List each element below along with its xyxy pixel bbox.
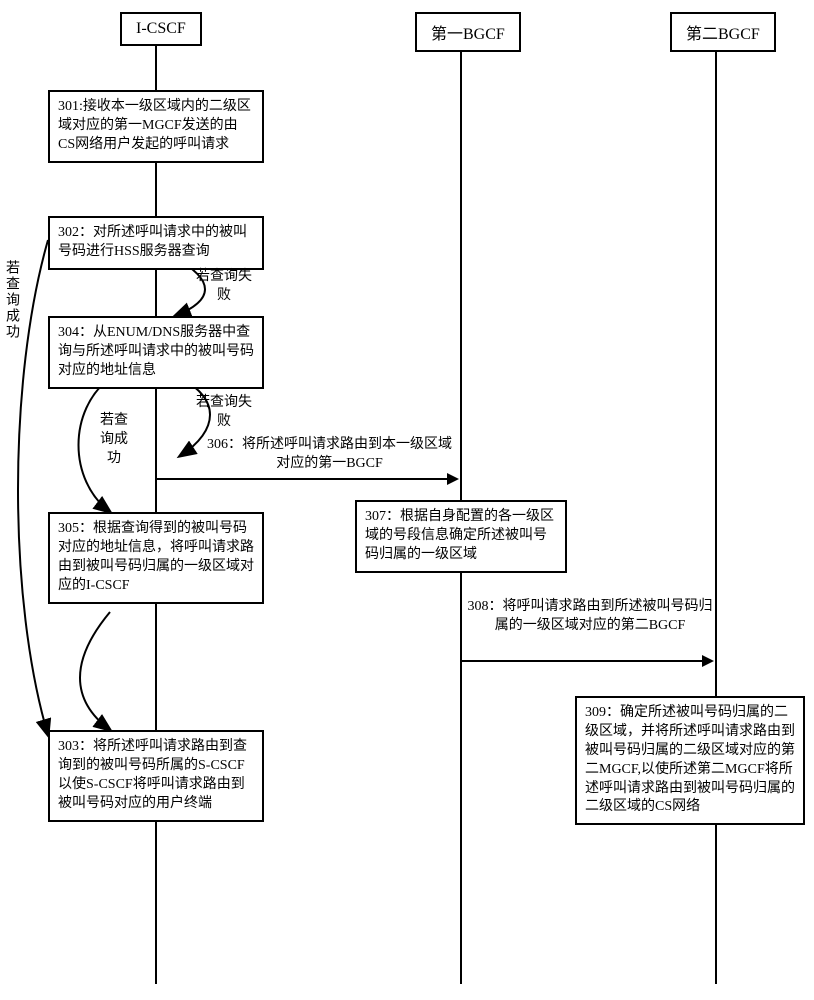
edge-label-success-left: 若查询成功 <box>2 260 20 340</box>
msg-label-306: 306：将所述呼叫请求路由到本一级区域对应的第一BGCF <box>202 436 457 474</box>
edge-label-fail-1: 若查询失败 <box>194 268 254 306</box>
lifeline-header-bgcf1: 第一BGCF <box>415 12 521 52</box>
step-302: 302：对所述呼叫请求中的被叫号码进行HSS服务器查询 <box>48 216 264 270</box>
step-307: 307：根据自身配置的各一级区域的号段信息确定所述被叫号码归属的一级区域 <box>355 500 567 573</box>
msg-arrow-306 <box>157 478 457 480</box>
edge-label-success-2: 若查询成功 <box>94 412 134 469</box>
step-303: 303：将所述呼叫请求路由到查询到的被叫号码所属的S-CSCF以使S-CSCF将… <box>48 730 264 822</box>
step-301: 301:接收本一级区域内的二级区域对应的第一MGCF发送的由CS网络用户发起的呼… <box>48 90 264 163</box>
msg-arrow-308 <box>462 660 712 662</box>
step-305: 305：根据查询得到的被叫号码对应的地址信息，将呼叫请求路由到被叫号码归属的一级… <box>48 512 264 604</box>
lifeline-header-icscf: I-CSCF <box>120 12 202 46</box>
lifeline-header-bgcf2: 第二BGCF <box>670 12 776 52</box>
msg-label-308: 308：将呼叫请求路由到所述被叫号码归属的一级区域对应的第二BGCF <box>466 598 714 636</box>
step-309: 309：确定所述被叫号码归属的二级区域，并将所述呼叫请求路由到被叫号码归属的二级… <box>575 696 805 825</box>
step-304: 304：从ENUM/DNS服务器中查询与所述呼叫请求中的被叫号码对应的地址信息 <box>48 316 264 389</box>
lifeline-bgcf2 <box>715 44 717 984</box>
edge-label-fail-2: 若查询失败 <box>194 394 254 432</box>
